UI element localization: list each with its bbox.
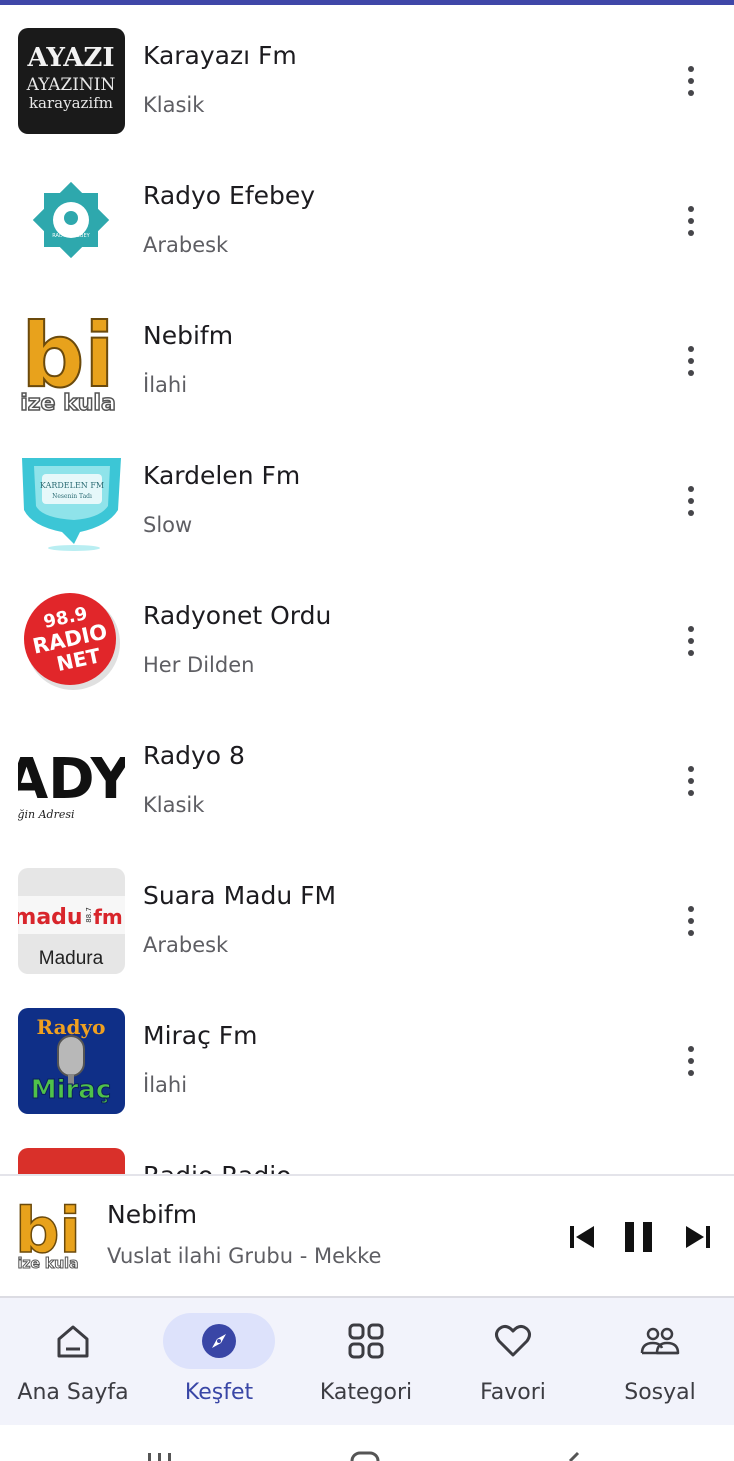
mini-player[interactable]: bi ize kula Nebifm Vuslat ilahi Grubu - … [0,1174,734,1298]
station-genre: Klasik [143,93,205,117]
station-item[interactable]: ADY ğin Adresi Radyo 8 Klasik [0,705,734,845]
station-name: Karayazı Fm [143,41,297,70]
people-icon [640,1321,680,1361]
svg-text:Madura: Madura [39,948,104,969]
svg-text:ize kula: ize kula [18,1256,79,1272]
nav-favori[interactable]: Favori [440,1298,586,1425]
svg-text:AYAZININ: AYAZININ [26,75,116,95]
more-options-icon[interactable] [676,203,706,239]
station-item[interactable]: AYAZI AYAZININ karayazifm Karayazı Fm Kl… [0,5,734,145]
system-navigation-bar [0,1425,734,1461]
station-name: Radyonet Ordu [143,601,332,630]
svg-text:RADYO EFEBEY: RADYO EFEBEY [52,233,90,239]
more-options-icon[interactable] [676,63,706,99]
nebifm-logo: bi ize kula [18,308,125,414]
now-playing-title: Nebifm [107,1200,198,1229]
system-back-icon[interactable] [568,1451,580,1461]
nav-label: Kategori [319,1380,413,1405]
svg-text:AYAZI: AYAZI [26,43,114,73]
station-item[interactable]: 98.9 RADIO NET Radyonet Ordu Her Dilden [0,565,734,705]
station-genre: İlahi [143,1073,188,1097]
svg-text:karayazifm: karayazifm [29,94,113,112]
heart-icon [493,1321,533,1361]
nav-sosyal[interactable]: Sosyal [587,1298,733,1425]
station-item[interactable]: RADYO EFEBEY Radyo Efebey Arabesk [0,145,734,285]
station-item[interactable]: Radio Radio [0,1125,734,1174]
recents-icon[interactable] [148,1453,171,1461]
mirac-logo: Radyo Miraç [18,1008,125,1114]
station-list[interactable]: AYAZI AYAZININ karayazifm Karayazı Fm Kl… [0,5,734,1174]
skip-next-icon[interactable] [684,1224,712,1254]
station-genre: Klasik [143,793,205,817]
svg-text:madu: madu [18,905,83,930]
station-name: Radio Radio [143,1161,291,1174]
skip-previous-icon[interactable] [568,1224,596,1254]
station-item[interactable]: KARDELEN FM Nesenin Tadı Kardelen Fm Slo… [0,425,734,565]
nav-label: Favori [480,1380,546,1405]
nav-label: Sosyal [624,1380,696,1405]
nav-ana-sayfa[interactable]: Ana Sayfa [0,1298,146,1425]
svg-text:ğin Adresi: ğin Adresi [18,808,75,821]
more-options-icon[interactable] [676,903,706,939]
station-name: Radyo Efebey [143,181,316,210]
more-options-icon[interactable] [676,483,706,519]
compass-icon [199,1321,239,1361]
more-options-icon[interactable] [676,763,706,799]
grid-icon [346,1321,386,1361]
nav-kesfet[interactable]: Keşfet [146,1298,292,1425]
station-item[interactable]: Radyo Miraç Miraç Fm İlahi [0,985,734,1125]
svg-text:ize kula: ize kula [20,391,116,414]
home-icon [53,1321,93,1361]
svg-text:KARDELEN FM: KARDELEN FM [40,481,104,490]
station-genre: İlahi [143,373,188,397]
station-name: Suara Madu FM [143,881,337,910]
svg-text:fm: fm [93,905,123,929]
now-playing-logo: bi ize kula [12,1198,88,1272]
madu-fm-logo: madu fm 88.7 Madura [18,868,125,974]
station-genre: Her Dilden [143,653,255,677]
station-genre: Slow [143,513,193,537]
more-options-icon[interactable] [676,343,706,379]
more-options-icon[interactable] [676,623,706,659]
bottom-navigation: Ana Sayfa Keşfet Kategori Favori Sosyal [0,1298,734,1425]
svg-text:Nesenin Tadı: Nesenin Tadı [52,493,92,500]
radyo8-logo: ADY ğin Adresi [18,728,125,834]
nav-label: Keşfet [184,1380,254,1405]
radyo-efebey-logo: RADYO EFEBEY [18,168,125,274]
station-genre: Arabesk [143,933,229,957]
pause-icon[interactable] [622,1220,656,1258]
more-options-icon[interactable] [676,1043,706,1079]
nav-kategori[interactable]: Kategori [293,1298,439,1425]
svg-text:Miraç: Miraç [31,1075,112,1105]
kardelen-logo: KARDELEN FM Nesenin Tadı [18,448,125,554]
radio-radio-logo [18,1148,125,1174]
station-name: Miraç Fm [143,1021,258,1050]
svg-text:88.7: 88.7 [85,907,93,923]
station-name: Nebifm [143,321,234,350]
station-item[interactable]: madu fm 88.7 Madura Suara Madu FM Arabes… [0,845,734,985]
radyonet-logo: 98.9 RADIO NET [18,588,125,694]
station-name: Kardelen Fm [143,461,301,490]
svg-text:ADY: ADY [18,747,125,812]
nav-label: Ana Sayfa [17,1380,129,1405]
station-genre: Arabesk [143,233,229,257]
now-playing-subtitle: Vuslat ilahi Grubu - Mekke [107,1244,382,1268]
karayazi-logo: AYAZI AYAZININ karayazifm [18,28,125,134]
station-name: Radyo 8 [143,741,245,770]
station-item[interactable]: bi ize kula Nebifm İlahi [0,285,734,425]
system-home-icon[interactable] [350,1451,380,1461]
